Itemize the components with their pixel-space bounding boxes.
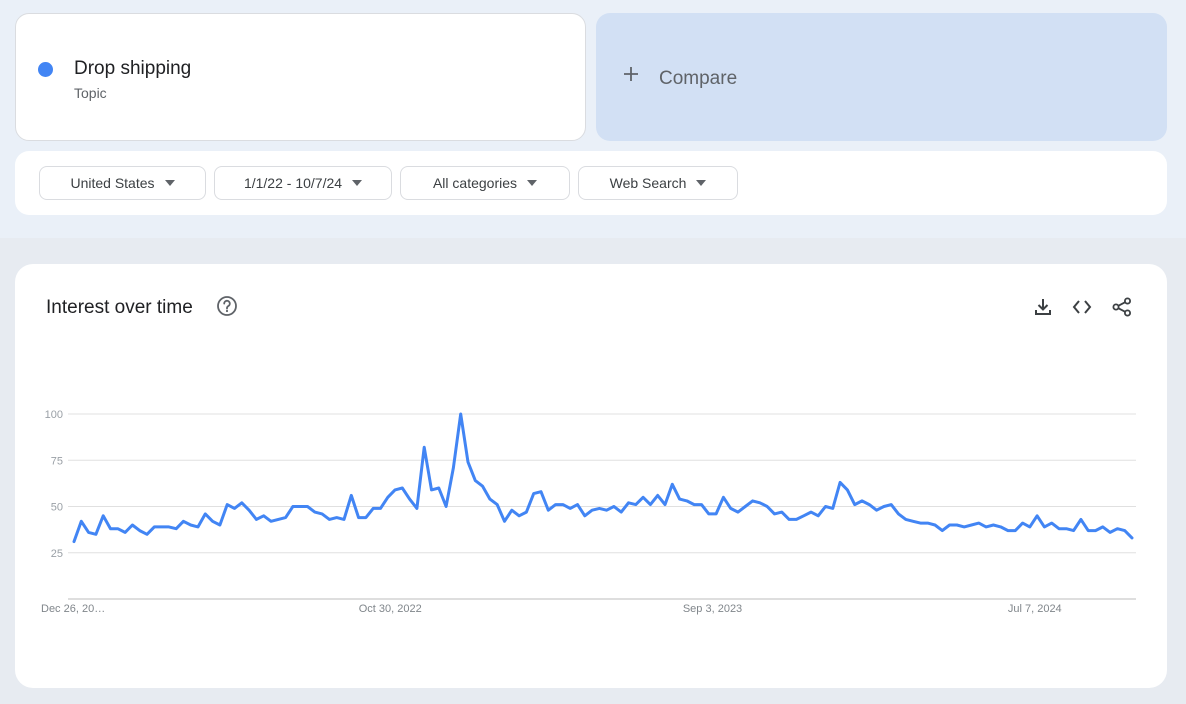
interest-over-time-chart: 25 50 75 100 Dec 26, 20… Oct 30, 2022 Sep 3, 2… — [41, 409, 1136, 615]
region-filter[interactable]: United States — [39, 166, 206, 200]
y-tick-label: 50 — [51, 502, 63, 514]
share-icon[interactable] — [1111, 296, 1133, 318]
series-color-dot — [38, 62, 53, 77]
x-tick-label: Dec 26, 20… — [41, 603, 105, 615]
search-property-filter[interactable]: Web Search — [578, 166, 738, 200]
category-filter-label: All categories — [432, 175, 518, 191]
plus-icon — [624, 67, 638, 81]
caret-down-icon — [164, 180, 175, 186]
y-tick-label: 75 — [51, 455, 63, 467]
compare-button[interactable]: Compare — [596, 13, 1167, 141]
caret-down-icon — [527, 180, 538, 186]
x-tick-label: Jul 7, 2024 — [1008, 603, 1062, 615]
y-tick-label: 25 — [51, 548, 63, 560]
region-filter-label: United States — [70, 175, 155, 191]
interest-over-time-card: 25 50 75 100 Dec 26, 20… Oct 30, 2022 Sep 3, 2… — [15, 264, 1167, 688]
caret-down-icon — [352, 180, 363, 186]
filter-bar: United States 1/1/22 - 10/7/24 All categ… — [15, 151, 1167, 215]
caret-down-icon — [696, 180, 707, 186]
x-tick-label: Sep 3, 2023 — [683, 603, 742, 615]
date-range-filter[interactable]: 1/1/22 - 10/7/24 — [214, 166, 392, 200]
x-tick-label: Oct 30, 2022 — [359, 603, 422, 615]
embed-code-icon[interactable] — [1071, 296, 1093, 318]
y-tick-label: 100 — [45, 409, 63, 421]
search-term-name[interactable]: Drop shipping — [74, 58, 191, 80]
help-icon[interactable] — [216, 295, 238, 317]
search-term-type: Topic — [74, 85, 107, 101]
download-icon[interactable] — [1032, 296, 1054, 318]
compare-label: Compare — [659, 68, 738, 89]
search-property-filter-label: Web Search — [609, 175, 687, 191]
date-range-filter-label: 1/1/22 - 10/7/24 — [243, 175, 343, 191]
category-filter[interactable]: All categories — [400, 166, 570, 200]
chart-title: Interest over time — [46, 297, 193, 318]
series-line-drop-shipping[interactable] — [72, 412, 1134, 544]
search-term-card[interactable]: Drop shipping Topic — [15, 13, 586, 141]
